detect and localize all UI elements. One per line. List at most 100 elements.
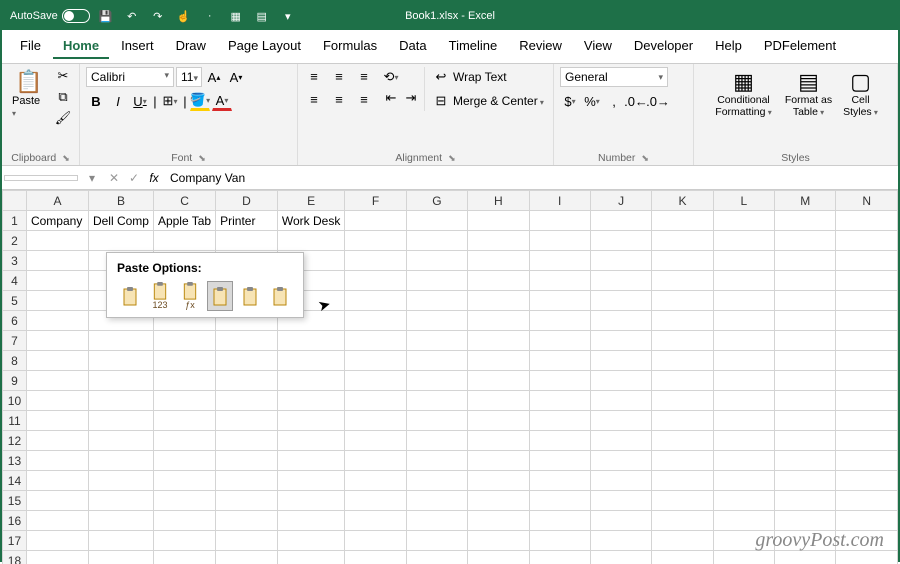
undo-icon[interactable]: ↶ — [124, 8, 140, 24]
cell-G16[interactable] — [406, 511, 467, 531]
cell-G8[interactable] — [406, 351, 467, 371]
cell-L5[interactable] — [713, 291, 774, 311]
cell-G17[interactable] — [406, 531, 467, 551]
cell-M3[interactable] — [775, 251, 836, 271]
align-center-icon[interactable]: ≡ — [329, 90, 349, 110]
cell-H14[interactable] — [468, 471, 529, 491]
col-header-A[interactable]: A — [26, 191, 88, 211]
cell-F11[interactable] — [345, 411, 406, 431]
cell-J3[interactable] — [590, 251, 651, 271]
orientation-button[interactable]: ⟲ — [381, 67, 401, 87]
cell-M1[interactable] — [775, 211, 836, 231]
cell-F17[interactable] — [345, 531, 406, 551]
cell-K10[interactable] — [652, 391, 713, 411]
paste-link[interactable] — [267, 281, 293, 311]
cell-F2[interactable] — [345, 231, 406, 251]
row-header-12[interactable]: 12 — [3, 431, 27, 451]
cell-B16[interactable] — [88, 511, 153, 531]
paste-formatting[interactable] — [237, 281, 263, 311]
col-header-D[interactable]: D — [216, 191, 278, 211]
cell-M9[interactable] — [775, 371, 836, 391]
cell-A16[interactable] — [26, 511, 88, 531]
cell-A13[interactable] — [26, 451, 88, 471]
cell-N14[interactable] — [836, 471, 898, 491]
cell-L13[interactable] — [713, 451, 774, 471]
underline-button[interactable]: U — [130, 91, 150, 111]
cell-C7[interactable] — [153, 331, 215, 351]
cell-A6[interactable] — [26, 311, 88, 331]
cell-F9[interactable] — [345, 371, 406, 391]
cell-F13[interactable] — [345, 451, 406, 471]
cell-N13[interactable] — [836, 451, 898, 471]
paste-transpose[interactable]: ➤ — [207, 281, 233, 311]
paste-all[interactable] — [117, 281, 143, 311]
cell-A1[interactable]: Company — [26, 211, 88, 231]
row-header-11[interactable]: 11 — [3, 411, 27, 431]
save-icon[interactable]: 💾 — [98, 8, 114, 24]
clipboard-launcher[interactable]: ⬊ — [62, 153, 70, 164]
col-header-N[interactable]: N — [836, 191, 898, 211]
cell-D11[interactable] — [216, 411, 278, 431]
cell-A7[interactable] — [26, 331, 88, 351]
cell-E7[interactable] — [277, 331, 344, 351]
cell-I15[interactable] — [529, 491, 590, 511]
italic-button[interactable]: I — [108, 91, 128, 111]
cell-L16[interactable] — [713, 511, 774, 531]
tab-help[interactable]: Help — [705, 34, 752, 59]
cell-L7[interactable] — [713, 331, 774, 351]
cell-E8[interactable] — [277, 351, 344, 371]
cell-L3[interactable] — [713, 251, 774, 271]
cell-C8[interactable] — [153, 351, 215, 371]
col-header-F[interactable]: F — [345, 191, 406, 211]
cell-D7[interactable] — [216, 331, 278, 351]
cell-I8[interactable] — [529, 351, 590, 371]
cell-H3[interactable] — [468, 251, 529, 271]
cell-D16[interactable] — [216, 511, 278, 531]
paste-values[interactable]: 123 — [147, 281, 173, 311]
cell-A9[interactable] — [26, 371, 88, 391]
cell-F1[interactable] — [345, 211, 406, 231]
cell-D13[interactable] — [216, 451, 278, 471]
comma-format-icon[interactable]: , — [604, 91, 624, 111]
cell-K9[interactable] — [652, 371, 713, 391]
cell-E1[interactable]: Work Desk — [277, 211, 344, 231]
tab-draw[interactable]: Draw — [166, 34, 216, 59]
number-launcher[interactable]: ⬊ — [641, 153, 649, 164]
redo-icon[interactable]: ↷ — [150, 8, 166, 24]
cell-H17[interactable] — [468, 531, 529, 551]
col-header-G[interactable]: G — [406, 191, 467, 211]
cell-H5[interactable] — [468, 291, 529, 311]
select-all-corner[interactable] — [3, 191, 27, 211]
col-header-L[interactable]: L — [713, 191, 774, 211]
cell-K14[interactable] — [652, 471, 713, 491]
col-header-E[interactable]: E — [277, 191, 344, 211]
cell-J7[interactable] — [590, 331, 651, 351]
cell-J15[interactable] — [590, 491, 651, 511]
col-header-H[interactable]: H — [468, 191, 529, 211]
alignment-launcher[interactable]: ⬊ — [448, 153, 456, 164]
cell-N12[interactable] — [836, 431, 898, 451]
cell-D8[interactable] — [216, 351, 278, 371]
cell-G1[interactable] — [406, 211, 467, 231]
cell-A15[interactable] — [26, 491, 88, 511]
cell-D2[interactable] — [216, 231, 278, 251]
cell-L2[interactable] — [713, 231, 774, 251]
cell-C14[interactable] — [153, 471, 215, 491]
cell-K8[interactable] — [652, 351, 713, 371]
format-as-table-button[interactable]: ▤ Format as Table — [781, 67, 837, 120]
cell-H8[interactable] — [468, 351, 529, 371]
cell-H2[interactable] — [468, 231, 529, 251]
cell-J14[interactable] — [590, 471, 651, 491]
row-header-13[interactable]: 13 — [3, 451, 27, 471]
cell-H6[interactable] — [468, 311, 529, 331]
col-header-I[interactable]: I — [529, 191, 590, 211]
row-header-10[interactable]: 10 — [3, 391, 27, 411]
cell-I6[interactable] — [529, 311, 590, 331]
name-box[interactable] — [4, 175, 78, 181]
cell-F10[interactable] — [345, 391, 406, 411]
cell-B11[interactable] — [88, 411, 153, 431]
cell-A17[interactable] — [26, 531, 88, 551]
cell-B17[interactable] — [88, 531, 153, 551]
cell-G4[interactable] — [406, 271, 467, 291]
cell-A4[interactable] — [26, 271, 88, 291]
